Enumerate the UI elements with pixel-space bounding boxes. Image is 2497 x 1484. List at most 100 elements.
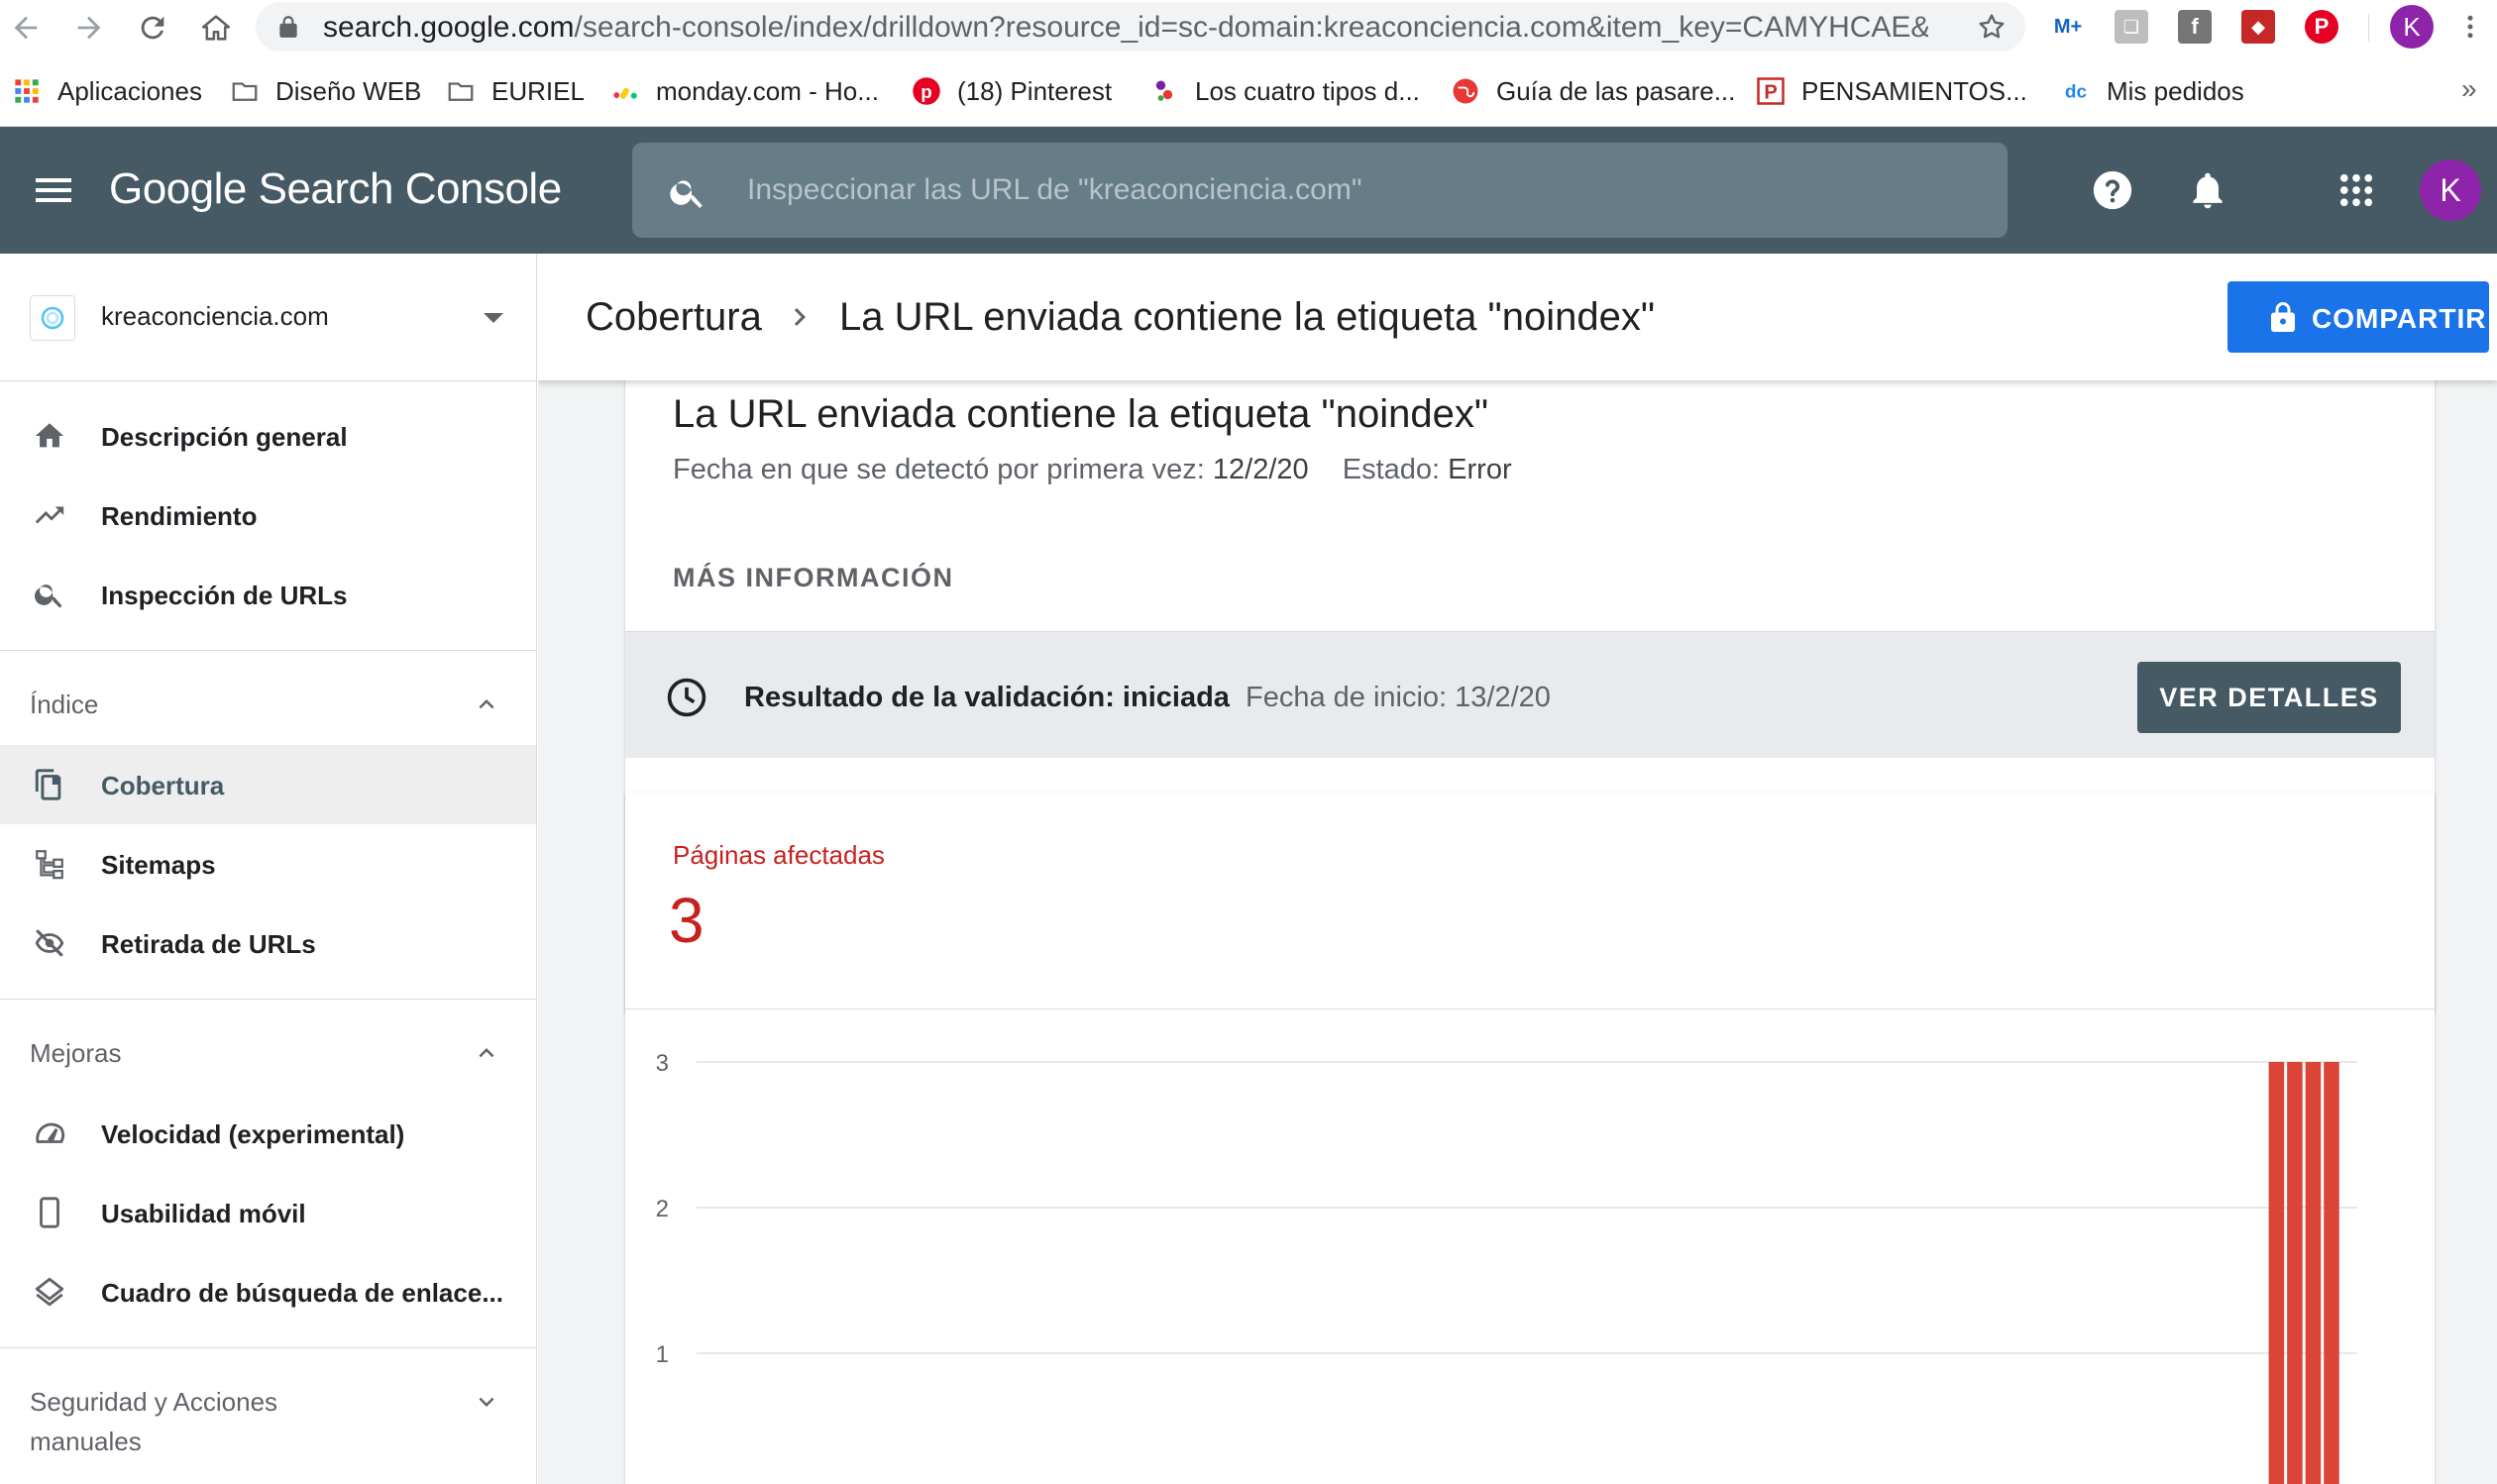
chat-extension-icon[interactable]: ❏ <box>2115 10 2148 44</box>
sitemap-icon <box>32 846 67 882</box>
eye-off-icon <box>32 925 67 961</box>
sidebar-item-label: Usabilidad móvil <box>101 1199 306 1228</box>
apps-grid-icon <box>12 76 42 106</box>
sidebar-item-sitelinks-searchbox[interactable]: Cuadro de búsqueda de enlace... <box>0 1252 536 1331</box>
lock-icon <box>2271 302 2295 332</box>
breadcrumb-parent-link[interactable]: Cobertura <box>586 295 762 340</box>
chart-bar <box>2268 1062 2285 1484</box>
trending-up-icon <box>32 497 67 533</box>
sidebar-item-sitemaps[interactable]: Sitemaps <box>0 824 536 903</box>
google-apps-button[interactable] <box>2333 166 2380 214</box>
star-icon[interactable] <box>1976 11 2008 43</box>
property-selector[interactable]: kreaconciencia.com <box>0 254 536 381</box>
status-value: Error <box>1448 454 1512 485</box>
notifications-button[interactable] <box>2184 166 2231 214</box>
arrow-left-icon <box>14 16 38 40</box>
apps-grid-icon <box>2339 173 2373 207</box>
section-title-index[interactable]: Índice <box>30 689 98 720</box>
sidebar-item-mobile-usability[interactable]: Usabilidad móvil <box>0 1173 536 1252</box>
y-tick-label: 2 <box>656 1196 669 1222</box>
more-info-link[interactable]: MÁS INFORMACIÓN <box>673 563 953 593</box>
svg-text:p: p <box>921 81 931 102</box>
sidebar-item-overview[interactable]: Descripción general <box>0 396 536 476</box>
bookmark-pinterest[interactable]: p (18) Pinterest <box>912 73 1112 109</box>
home-outline-icon <box>201 15 231 41</box>
chevron-down-icon[interactable] <box>472 1387 501 1417</box>
speed-icon <box>32 1115 67 1151</box>
bookmark-folder-diseno-web[interactable]: Diseño WEB <box>230 73 421 109</box>
reload-icon <box>141 16 164 40</box>
bookmark-label: Guía de las pasare... <box>1496 75 1736 106</box>
chevron-up-icon[interactable] <box>472 689 501 719</box>
lock-icon <box>279 16 297 38</box>
layers-icon <box>32 1274 67 1310</box>
bell-icon <box>2193 172 2223 209</box>
account-avatar[interactable]: K <box>2420 159 2481 221</box>
bookmark-apps[interactable]: Aplicaciones <box>12 73 202 109</box>
sidebar-item-speed[interactable]: Velocidad (experimental) <box>0 1094 536 1173</box>
share-button-label: COMPARTIR <box>2312 303 2487 334</box>
bookmark-guia-pasarelas[interactable]: Guía de las pasare... <box>1451 73 1735 109</box>
issue-meta: Fecha en que se detectó por primera vez:… <box>673 454 1512 486</box>
sidebar-item-url-inspection[interactable]: Inspección de URLs <box>0 555 536 634</box>
section-title-improvements[interactable]: Mejoras <box>30 1038 121 1069</box>
bookmark-label: Diseño WEB <box>275 75 422 106</box>
forward-button[interactable] <box>69 8 109 48</box>
sidebar-item-label: Rendimiento <box>101 501 258 531</box>
browser-profile-avatar[interactable]: K <box>2390 5 2434 49</box>
bookmarks-bar: Aplicaciones Diseño WEB EURIEL monday.co… <box>0 55 2497 127</box>
svg-text:P: P <box>1764 82 1777 104</box>
pinterest-icon: p <box>912 76 941 106</box>
app-logo[interactable]: Google Search Console <box>109 164 562 214</box>
detected-date: 12/2/20 <box>1212 454 1309 485</box>
sidebar-item-coverage[interactable]: Cobertura <box>0 745 536 824</box>
validation-bar: Resultado de la validación: iniciada Fec… <box>625 631 2435 758</box>
chevron-right-icon <box>794 308 806 326</box>
bookmark-monday[interactable]: monday.com - Ho... <box>610 73 879 109</box>
sidebar-item-performance[interactable]: Rendimiento <box>0 476 536 555</box>
url-inspection-search[interactable] <box>632 143 2008 238</box>
bookmark-folder-euriel[interactable]: EURIEL <box>446 73 585 109</box>
sidebar-divider <box>0 999 536 1000</box>
dc-favicon-icon: dc <box>2061 76 2091 106</box>
bookmark-cuatro-tipos[interactable]: Los cuatro tipos d... <box>1149 73 1420 109</box>
chart-bar <box>2287 1062 2303 1484</box>
more-vert-icon[interactable] <box>2455 12 2485 42</box>
y-tick-label: 3 <box>656 1050 669 1077</box>
p-favicon-icon: P <box>1756 76 1786 106</box>
sidebar-item-removals[interactable]: Retirada de URLs <box>0 903 536 983</box>
hamburger-menu-icon[interactable] <box>30 166 77 214</box>
url-path: /search-console/index/drilldown?resource… <box>574 11 1928 44</box>
bookmark-label: monday.com - Ho... <box>656 75 879 106</box>
sidebar-item-label: Descripción general <box>101 422 348 452</box>
bookmarks-overflow-button[interactable]: » <box>2461 73 2477 105</box>
affected-pages-chart: 012315/11/1926/11/197/12/1918/12/1930/12… <box>656 1050 2357 1484</box>
sidebar-item-label: Sitemaps <box>101 850 216 880</box>
movistar-plus-icon[interactable]: M+ <box>2051 10 2085 44</box>
pinterest-icon[interactable]: P <box>2305 10 2338 44</box>
home-button[interactable] <box>196 8 236 48</box>
facebook-icon[interactable]: f <box>2178 10 2212 44</box>
clock-icon <box>667 678 706 717</box>
share-button[interactable]: COMPARTIR <box>2227 281 2489 353</box>
search-icon <box>32 577 67 612</box>
issue-title: La URL enviada contiene la etiqueta "noi… <box>673 392 1489 436</box>
brave-shield-icon[interactable]: ◆ <box>2241 10 2275 44</box>
bookmark-pensamientos[interactable]: P PENSAMIENTOS... <box>1756 73 2027 109</box>
chevron-up-icon[interactable] <box>472 1038 501 1068</box>
bookmark-label: Aplicaciones <box>57 75 202 106</box>
toolbar-divider <box>2368 14 2369 42</box>
address-bar[interactable]: search.google.com/search-console/index/d… <box>256 2 2025 52</box>
search-input[interactable] <box>747 166 1976 214</box>
back-button[interactable] <box>6 8 46 48</box>
help-button[interactable] <box>2089 166 2136 214</box>
chart-bar <box>2324 1062 2339 1484</box>
validation-start-date: Fecha de inicio: 13/2/20 <box>1246 682 1551 713</box>
sidebar-item-label: Inspección de URLs <box>101 581 348 610</box>
detected-label: Fecha en que se detectó por primera vez: <box>673 454 1205 485</box>
section-title-security[interactable]: Seguridad y Acciones <box>30 1387 277 1418</box>
bookmark-mis-pedidos[interactable]: dc Mis pedidos <box>2061 73 2244 109</box>
reload-button[interactable] <box>133 8 172 48</box>
see-details-button[interactable]: VER DETALLES <box>2137 662 2401 733</box>
folder-icon <box>230 76 260 106</box>
